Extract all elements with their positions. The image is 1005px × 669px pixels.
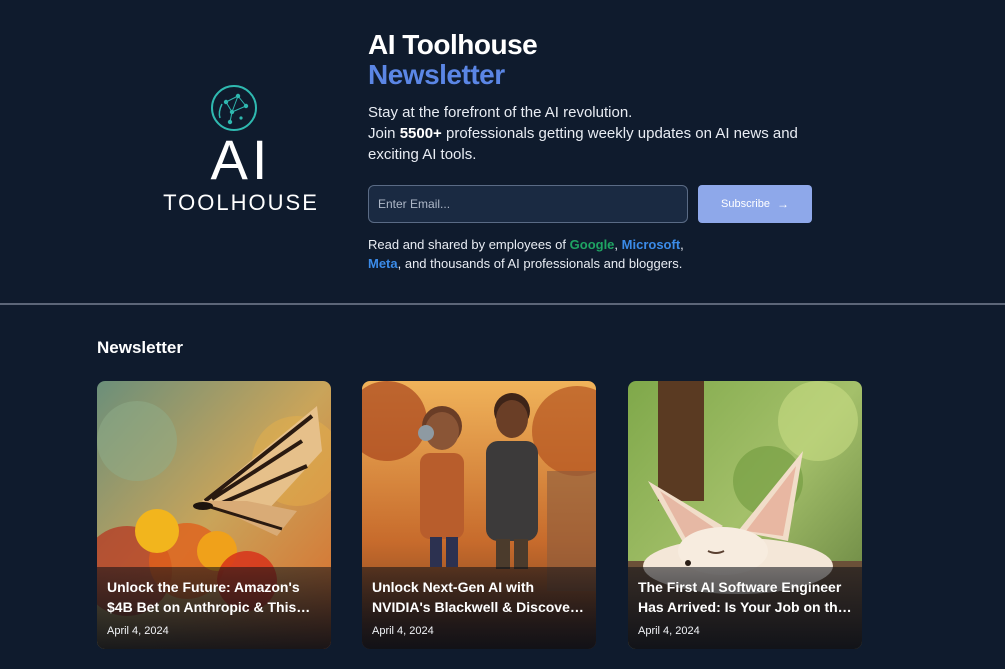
page-subtitle: Newsletter xyxy=(368,59,505,90)
page-title: AI Toolhouse xyxy=(368,29,538,60)
social-proof: Read and shared by employees of Google , … xyxy=(368,235,708,273)
hero-copy: AI Toolhouse Newsletter Stay at the fore… xyxy=(368,30,828,273)
section-divider xyxy=(0,303,1005,305)
proof-suffix: , and thousands of AI professionals and … xyxy=(397,256,683,271)
proof-sep-1: , xyxy=(614,237,622,252)
page: AI TOOLHOUSE AI Toolhouse Newsletter Sta… xyxy=(0,0,1005,669)
pitch-line-1: Stay at the forefront of the AI revoluti… xyxy=(368,104,633,121)
signup-form: Subscribe → xyxy=(368,185,828,223)
network-globe-icon xyxy=(211,85,257,131)
newsletter-card[interactable]: Unlock Next-Gen AI with NVIDIA's Blackwe… xyxy=(362,381,596,649)
card-headline: Unlock the Future: Amazon's $4B Bet on A… xyxy=(107,579,300,615)
subscribe-label: Subscribe xyxy=(721,198,770,210)
logo-text-ai: AI xyxy=(210,128,272,191)
company-microsoft: Microsoft xyxy=(621,237,681,252)
newsletter-card[interactable]: The First AI Software Engineer Has Arriv… xyxy=(628,381,862,649)
proof-prefix: Read and shared by employees of xyxy=(368,237,570,252)
card-headline: Unlock Next-Gen AI with NVIDIA's Blackwe… xyxy=(372,579,576,615)
email-input[interactable] xyxy=(368,185,688,223)
newsletter-heading: Newsletter xyxy=(97,338,183,357)
card-date: April 4, 2024 xyxy=(638,625,700,637)
subscriber-count: 5500+ xyxy=(399,125,442,142)
pitch-join: Join xyxy=(368,125,400,142)
arrow-right-icon: → xyxy=(776,197,789,211)
company-google: Google xyxy=(569,237,615,252)
hero-pitch: Stay at the forefront of the AI revoluti… xyxy=(368,102,828,165)
hero-section: AI TOOLHOUSE AI Toolhouse Newsletter Sta… xyxy=(0,0,1005,304)
company-meta: Meta xyxy=(368,256,398,271)
proof-sep-2: , xyxy=(680,237,684,252)
newsletter-card[interactable]: Unlock the Future: Amazon's $4B Bet on A… xyxy=(97,381,331,649)
subscribe-button[interactable]: Subscribe → xyxy=(698,185,812,223)
ai-toolhouse-logo[interactable]: AI TOOLHOUSE xyxy=(150,78,332,218)
card-headline: The First AI Software Engineer Has Arriv… xyxy=(638,579,846,615)
logo-text-toolhouse: TOOLHOUSE xyxy=(163,190,319,215)
card-date: April 4, 2024 xyxy=(372,625,434,637)
card-date: April 4, 2024 xyxy=(107,625,169,637)
